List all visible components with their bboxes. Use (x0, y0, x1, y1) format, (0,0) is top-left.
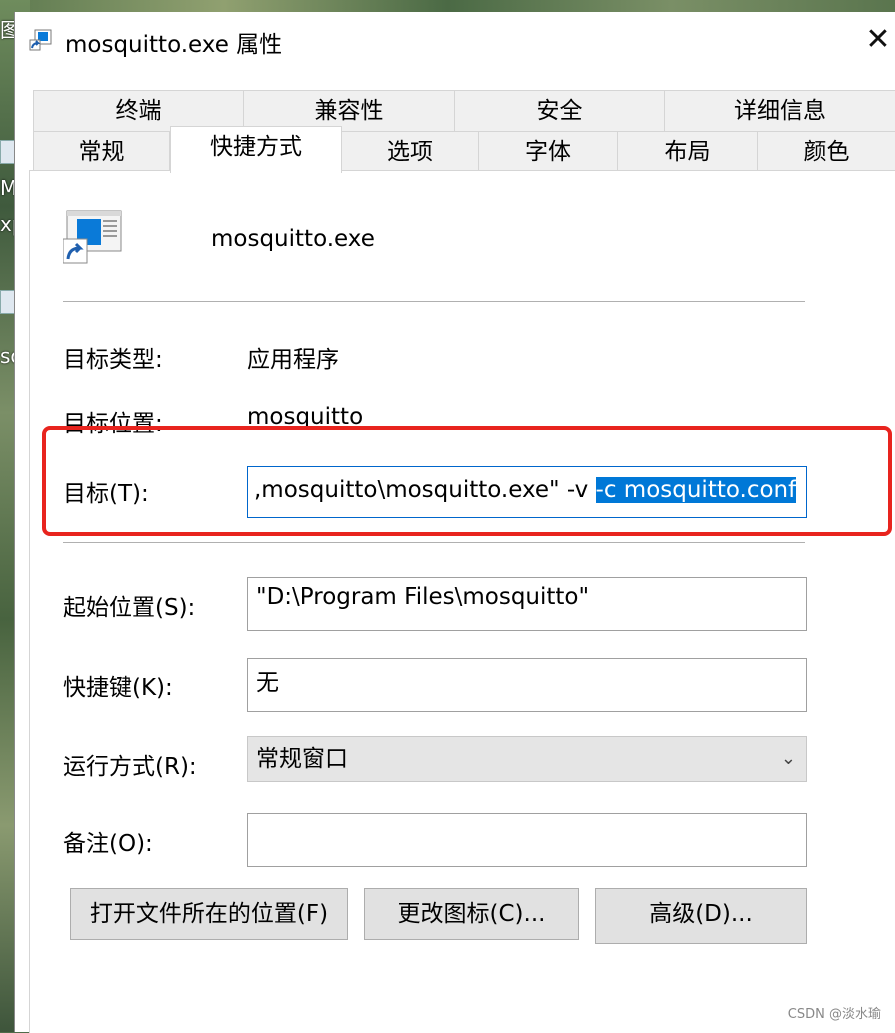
start-in-label: 起始位置(S): (63, 595, 196, 621)
change-icon-button[interactable]: 更改图标(C)... (364, 888, 579, 940)
target-type-value: 应用程序 (247, 347, 339, 373)
watermark: CSDN @淡水瑜 (787, 1007, 881, 1022)
tab-general[interactable]: 常规 (33, 131, 170, 173)
tab-colors[interactable]: 颜色 (757, 131, 895, 173)
separator (63, 301, 805, 302)
window-title: mosquitto.exe 属性 (65, 32, 283, 58)
tab-shortcut[interactable]: 快捷方式 (170, 126, 342, 173)
start-in-input[interactable]: "D:\Program Files\mosquitto" (247, 577, 807, 631)
tab-layout[interactable]: 布局 (617, 131, 758, 173)
tab-options[interactable]: 选项 (341, 131, 479, 173)
hotkey-label: 快捷键(K): (63, 675, 173, 701)
tab-security[interactable]: 安全 (454, 90, 665, 132)
close-button[interactable]: ✕ (860, 20, 895, 60)
title-bar[interactable]: mosquitto.exe 属性 ✕ (15, 12, 895, 70)
open-file-location-button[interactable]: 打开文件所在的位置(F) (70, 888, 348, 940)
comment-label: 备注(O): (63, 831, 153, 857)
comment-input[interactable] (247, 813, 807, 867)
run-select-value: 常规窗口 (256, 746, 348, 772)
desktop-background-top (0, 0, 895, 12)
chevron-down-icon: ⌄ (780, 748, 796, 769)
tab-strip: 终端 兼容性 安全 详细信息 常规 快捷方式 选项 字体 布局 颜色 (15, 70, 895, 186)
hotkey-input[interactable]: 无 (247, 658, 807, 712)
shortcut-app-icon (29, 29, 52, 51)
run-label: 运行方式(R): (63, 754, 197, 780)
run-select[interactable]: 常规窗口 ⌄ (247, 736, 807, 782)
tab-font[interactable]: 字体 (478, 131, 618, 173)
separator (63, 542, 805, 543)
application-icon (63, 210, 122, 264)
advanced-button[interactable]: 高级(D)... (595, 888, 807, 944)
red-highlight-box (42, 426, 892, 536)
target-type-label: 目标类型: (63, 347, 163, 373)
tab-details[interactable]: 详细信息 (664, 90, 895, 132)
shortcut-file-name: mosquitto.exe (211, 226, 375, 252)
